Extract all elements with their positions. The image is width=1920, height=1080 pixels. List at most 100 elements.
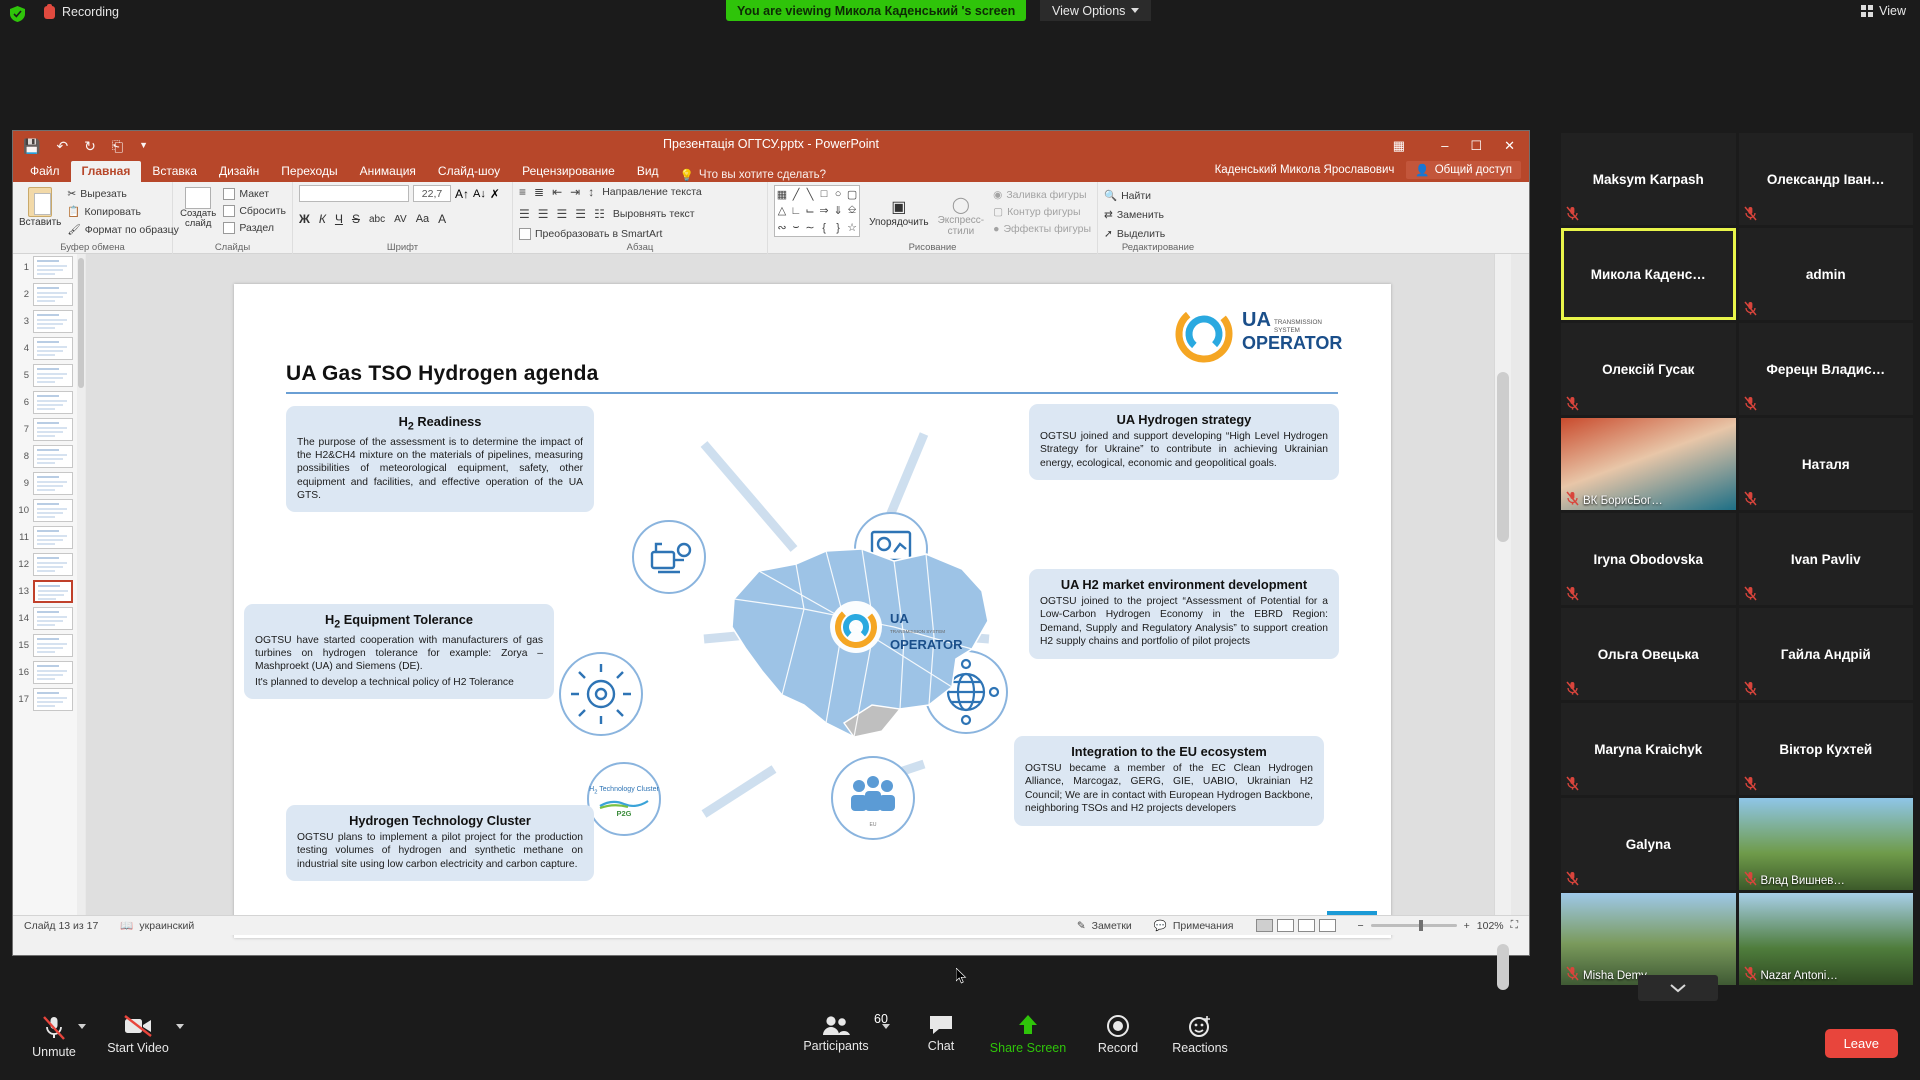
shape-right-brace-icon[interactable]: } xyxy=(836,222,840,234)
shape-arrow-icon[interactable]: ╲ xyxy=(807,188,814,201)
section-button[interactable]: Раздел xyxy=(223,222,286,234)
shape-rect-icon[interactable]: □ xyxy=(821,188,828,200)
replace-button[interactable]: ⇄Заменить xyxy=(1104,209,1212,221)
minimize-button[interactable]: – xyxy=(1441,138,1448,153)
justify-icon[interactable]: ☰ xyxy=(575,207,586,221)
participant-tile[interactable]: Maksym Karpash xyxy=(1561,133,1736,225)
tab-animations[interactable]: Анимация xyxy=(349,161,427,182)
align-right-icon[interactable]: ☰ xyxy=(557,207,568,221)
box-ua-h2-market-environment[interactable]: UA H2 market environment development OGT… xyxy=(1029,569,1339,659)
shape-left-brace-icon[interactable]: { xyxy=(822,222,826,234)
share-button[interactable]: 👤 Общий доступ xyxy=(1406,161,1521,179)
thumbnail-scrollbar[interactable] xyxy=(77,254,85,935)
participant-tile[interactable]: Ферецн Владис… xyxy=(1739,323,1914,415)
participant-tile[interactable]: Nazar Antoni… xyxy=(1739,893,1914,985)
paste-icon[interactable] xyxy=(28,187,52,217)
tab-transitions[interactable]: Переходы xyxy=(270,161,348,182)
align-text-button[interactable]: Выровнять текст xyxy=(613,208,695,220)
participants-button[interactable]: 60 Participants xyxy=(790,1014,882,1053)
box-hydrogen-technology-cluster[interactable]: Hydrogen Technology Cluster OGTSU plans … xyxy=(286,805,594,881)
copy-button[interactable]: 📋Копировать xyxy=(67,205,179,218)
slide-thumbnail[interactable]: 16 xyxy=(13,659,84,686)
tab-slideshow[interactable]: Слайд-шоу xyxy=(427,161,511,182)
participant-tile[interactable]: Олексій Гусак xyxy=(1561,323,1736,415)
shape-textbox-icon[interactable]: ▦ xyxy=(777,188,787,201)
reset-button[interactable]: Сбросить xyxy=(223,205,286,217)
arrange-label[interactable]: Упорядочить xyxy=(869,217,929,228)
columns-icon[interactable]: ☷ xyxy=(594,207,605,221)
rail-scroll-down-button[interactable] xyxy=(1638,975,1718,1001)
text-direction-button[interactable]: Направление текста xyxy=(602,186,702,198)
zoom-slider[interactable] xyxy=(1371,924,1457,927)
shape-down-arrow-icon[interactable]: ⇓ xyxy=(833,204,842,217)
tell-me-box[interactable]: 💡 Что вы хотите сделать? xyxy=(670,168,826,182)
increase-indent-icon[interactable]: ⇥ xyxy=(570,185,580,199)
shape-right-arrow-icon[interactable]: ⇒ xyxy=(819,204,828,217)
participant-tile[interactable]: ВК БорисБог… xyxy=(1561,418,1736,510)
select-button[interactable]: ➚Выделить xyxy=(1104,228,1212,240)
shape-scribble-icon[interactable]: ∼ xyxy=(805,221,814,234)
character-spacing-button[interactable]: AV xyxy=(394,214,407,225)
paste-label[interactable]: Вставить xyxy=(19,217,61,228)
audio-options-caret[interactable] xyxy=(78,1024,86,1029)
slide-thumbnail[interactable]: 5 xyxy=(13,362,84,389)
slide-thumbnail[interactable]: 10 xyxy=(13,497,84,524)
restore-button[interactable]: ☐ xyxy=(1470,138,1482,154)
view-sorter-button[interactable] xyxy=(1277,919,1294,932)
participant-tile[interactable]: Олександр Іван… xyxy=(1739,133,1914,225)
participant-tile[interactable]: Микола Каденс… xyxy=(1561,228,1736,320)
bold-button[interactable]: Ж xyxy=(299,212,310,226)
participant-tile[interactable]: Maryna Kraichyk xyxy=(1561,703,1736,795)
participants-options-caret[interactable] xyxy=(882,1024,890,1029)
slide-thumbnail[interactable]: 6 xyxy=(13,389,84,416)
new-slide-icon[interactable] xyxy=(185,187,211,209)
box-integration-eu-ecosystem[interactable]: Integration to the EU ecosystem OGTSU be… xyxy=(1014,736,1324,826)
view-normal-button[interactable] xyxy=(1256,919,1273,932)
scroll-thumb-upper[interactable] xyxy=(1497,372,1509,542)
new-slide-label[interactable]: Создать слайд xyxy=(179,209,217,230)
language-indicator[interactable]: 📖 украинский xyxy=(109,919,205,932)
tab-review[interactable]: Рецензирование xyxy=(511,161,626,182)
change-case-button[interactable]: Aa xyxy=(416,213,429,225)
close-button[interactable]: ✕ xyxy=(1504,138,1515,154)
shape-star-icon[interactable]: ☆ xyxy=(847,221,857,234)
tab-file[interactable]: Файл xyxy=(19,161,71,182)
box-h2-readiness[interactable]: H2 Readiness The purpose of the assessme… xyxy=(286,406,594,512)
shapes-gallery[interactable]: ▦ ╱ ╲ □ ○ ▢ △ ∟ ⌙ ⇒ ⇓ ⎒ ∾ ⌣ ∼ xyxy=(774,185,860,237)
bullets-icon[interactable]: ≡ xyxy=(519,185,526,199)
slide-thumbnail[interactable]: 4 xyxy=(13,335,84,362)
record-button[interactable]: Record xyxy=(1072,1014,1164,1055)
layout-button[interactable]: Макет xyxy=(223,188,286,200)
view-slideshow-button[interactable] xyxy=(1319,919,1336,932)
shape-elbow-icon[interactable]: ∟ xyxy=(791,205,802,217)
font-color-button[interactable]: A xyxy=(438,212,446,226)
participant-tile[interactable]: Galyna xyxy=(1561,798,1736,890)
tab-view[interactable]: Вид xyxy=(626,161,670,182)
slide-thumbnail[interactable]: 11 xyxy=(13,524,84,551)
chat-button[interactable]: Chat xyxy=(895,1014,987,1053)
box-h2-equipment-tolerance[interactable]: H2 Equipment Tolerance OGTSU have starte… xyxy=(244,604,554,699)
line-spacing-icon[interactable]: ↕ xyxy=(588,185,594,199)
slide-vertical-scrollbar[interactable] xyxy=(1494,254,1511,935)
slide-thumbnail[interactable]: 9 xyxy=(13,470,84,497)
shadow-button[interactable]: S xyxy=(352,212,360,226)
account-area[interactable]: Каденський Микола Ярославович 👤 Общий до… xyxy=(1215,161,1521,179)
align-center-icon[interactable]: ☰ xyxy=(538,207,549,221)
slide-thumbnail[interactable]: 13 xyxy=(13,578,84,605)
view-layout-button[interactable]: View xyxy=(1861,4,1906,18)
slide-thumbnail[interactable]: 7 xyxy=(13,416,84,443)
strikethrough-button[interactable]: abc xyxy=(369,214,385,225)
clear-formatting-icon[interactable]: ✗ xyxy=(490,187,500,201)
slide-thumbnail[interactable]: 14 xyxy=(13,605,84,632)
participant-tile[interactable]: admin xyxy=(1739,228,1914,320)
ribbon-tabs[interactable]: Файл Главная Вставка Дизайн Переходы Ани… xyxy=(13,160,1529,182)
slide-thumbnail[interactable]: 2 xyxy=(13,281,84,308)
participant-tile[interactable]: Iryna Obodovska xyxy=(1561,513,1736,605)
numbering-icon[interactable]: ≣ xyxy=(534,185,544,199)
shape-triangle-icon[interactable]: △ xyxy=(778,204,786,217)
box-ua-hydrogen-strategy[interactable]: UA Hydrogen strategy OGTSU joined and su… xyxy=(1029,404,1339,480)
video-options-caret[interactable] xyxy=(176,1024,184,1029)
shape-line-icon[interactable]: ╱ xyxy=(793,188,800,201)
convert-to-smartart-button[interactable]: Преобразовать в SmartArt xyxy=(519,228,761,240)
fit-slide-button[interactable]: ⛶ xyxy=(1511,919,1518,932)
